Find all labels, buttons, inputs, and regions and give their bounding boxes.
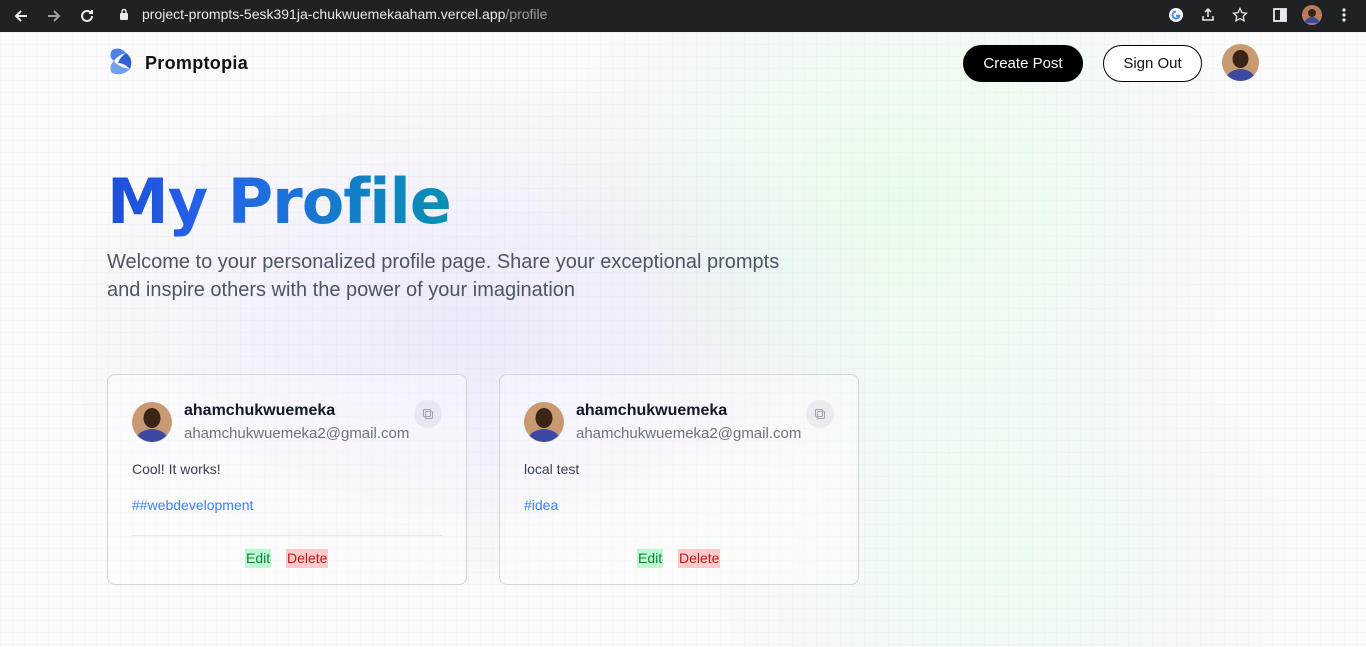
edit-button[interactable]: Edit <box>245 549 272 568</box>
edit-button[interactable]: Edit <box>637 549 664 568</box>
author-email: ahamchukwuemeka2@gmail.com <box>184 425 410 442</box>
sign-out-button[interactable]: Sign Out <box>1103 45 1202 82</box>
address-bar[interactable]: project-prompts-5esk391ja-chukwuemekaaha… <box>142 6 547 22</box>
card-divider <box>132 535 442 536</box>
profile-avatar-icon[interactable] <box>1302 5 1322 25</box>
copy-icon[interactable] <box>806 400 834 428</box>
author-username[interactable]: ahamchukwuemeka <box>184 402 335 420</box>
google-icon[interactable] <box>1166 5 1186 25</box>
page-title: My Profile <box>107 165 452 238</box>
brand-name[interactable]: Promptopia <box>145 53 248 74</box>
bookmark-star-icon[interactable] <box>1230 5 1250 25</box>
page-content: Promptopia Create Post Sign Out My Profi… <box>0 32 1366 647</box>
url-host: project-prompts-5esk391ja-chukwuemekaaha… <box>142 6 506 22</box>
prompt-text: local test <box>524 461 580 477</box>
prompt-text: Cool! It works! <box>132 461 221 477</box>
url-path: /profile <box>505 6 548 22</box>
page-description: Welcome to your personalized profile pag… <box>107 251 780 301</box>
back-arrow-icon[interactable] <box>10 5 32 27</box>
prompt-card: ahamchukwuemeka ahamchukwuemeka2@gmail.c… <box>499 374 859 585</box>
delete-button[interactable]: Delete <box>678 549 721 568</box>
author-email: ahamchukwuemeka2@gmail.com <box>576 425 802 442</box>
delete-button[interactable]: Delete <box>286 549 329 568</box>
author-username[interactable]: ahamchukwuemeka <box>576 402 727 420</box>
user-avatar[interactable] <box>1222 44 1259 81</box>
copy-icon[interactable] <box>414 400 442 428</box>
forward-arrow-icon[interactable] <box>43 5 65 27</box>
prompt-card: ahamchukwuemeka ahamchukwuemeka2@gmail.c… <box>107 374 467 585</box>
create-post-button[interactable]: Create Post <box>963 45 1083 82</box>
side-panel-icon[interactable] <box>1270 5 1290 25</box>
author-avatar[interactable] <box>132 402 172 442</box>
more-menu-icon[interactable] <box>1334 5 1354 25</box>
promptopia-logo-icon[interactable] <box>106 47 134 77</box>
author-avatar[interactable] <box>524 402 564 442</box>
browser-toolbar: project-prompts-5esk391ja-chukwuemekaaha… <box>0 0 1366 32</box>
prompt-tag[interactable]: #idea <box>524 497 558 513</box>
prompt-tag[interactable]: ##webdevelopment <box>132 497 253 513</box>
lock-icon[interactable] <box>119 7 129 20</box>
share-icon[interactable] <box>1198 5 1218 25</box>
reload-icon[interactable] <box>76 5 98 27</box>
